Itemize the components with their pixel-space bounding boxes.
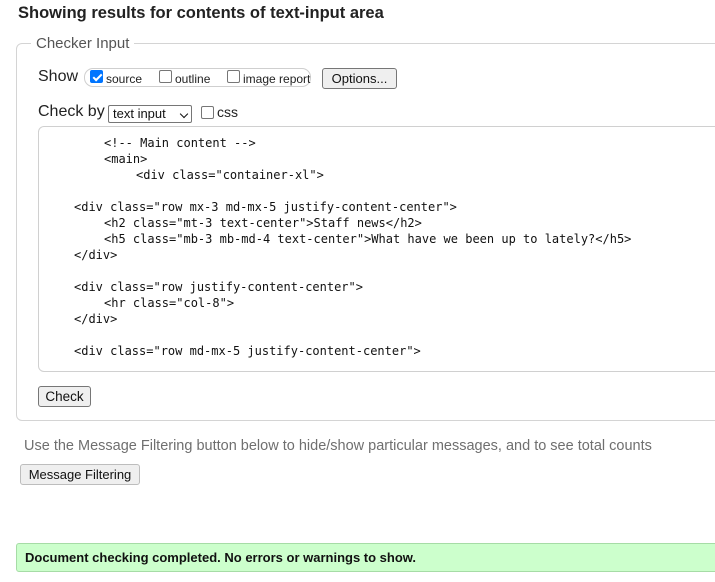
show-label: Show bbox=[38, 68, 79, 85]
chevron-down-icon bbox=[179, 109, 189, 119]
options-button[interactable]: Options... bbox=[322, 68, 397, 89]
check-by-select[interactable]: text input bbox=[108, 105, 192, 123]
checker-input-legend: Checker Input bbox=[36, 35, 130, 52]
code-line: <!-- Main content --> bbox=[104, 136, 256, 150]
css-checkbox[interactable] bbox=[201, 106, 214, 119]
check-by-value: text input bbox=[113, 106, 166, 121]
filter-note: Use the Message Filtering button below t… bbox=[24, 438, 652, 454]
code-line: <hr class="col-8"> bbox=[104, 296, 235, 310]
code-line: <div class="row md-mx-5 justify-content-… bbox=[74, 344, 421, 358]
code-line: <div class="container-xl"> bbox=[136, 168, 324, 182]
source-textarea[interactable]: <!-- Main content --> <main> <div class=… bbox=[38, 126, 715, 372]
code-line: <h5 class="mb-3 mb-md-4 text-center">Wha… bbox=[104, 232, 632, 246]
source-checkbox[interactable] bbox=[90, 70, 103, 83]
code-line: <div class="row mx-3 md-mx-5 justify-con… bbox=[74, 200, 457, 214]
outline-checkbox[interactable] bbox=[159, 70, 172, 83]
page-heading: Showing results for contents of text-inp… bbox=[18, 4, 384, 22]
code-line: </div> bbox=[74, 248, 118, 262]
css-label: css bbox=[217, 104, 238, 120]
image-report-label: image report bbox=[243, 72, 311, 86]
outline-label: outline bbox=[175, 72, 211, 86]
code-line: <h2 class="mt-3 text-center">Staff news<… bbox=[104, 216, 422, 230]
image-report-checkbox[interactable] bbox=[227, 70, 240, 83]
check-button[interactable]: Check bbox=[38, 386, 91, 407]
check-by-label: Check by bbox=[38, 103, 105, 120]
code-line: <main> bbox=[104, 152, 148, 166]
status-bar: Document checking completed. No errors o… bbox=[16, 543, 715, 572]
code-line: </div> bbox=[74, 312, 118, 326]
message-filtering-button[interactable]: Message Filtering bbox=[20, 464, 140, 485]
status-message: Document checking completed. No errors o… bbox=[25, 550, 417, 565]
source-label: source bbox=[106, 72, 143, 86]
code-line: <div class="row justify-content-center"> bbox=[74, 280, 363, 294]
